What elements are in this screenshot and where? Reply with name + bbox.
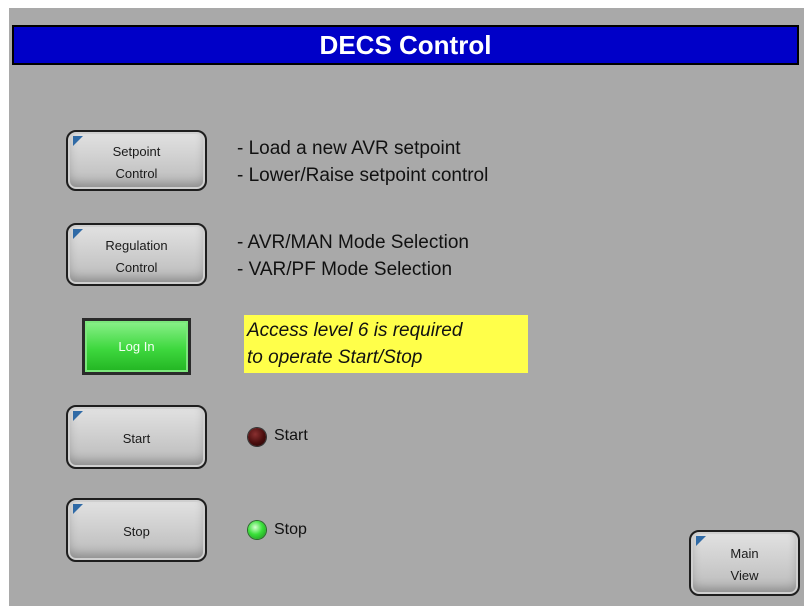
start-indicator-icon [248,428,266,446]
corner-triangle-icon [73,504,83,514]
regulation-control-button[interactable]: Regulation Control [66,223,207,286]
login-button[interactable]: Log In [82,318,191,375]
regulation-control-label: Regulation Control [105,237,168,275]
access-level-note: Access level 6 is required to operate St… [244,315,528,373]
corner-triangle-icon [73,136,83,146]
stop-button[interactable]: Stop [66,498,207,562]
access-note-line1: Access level 6 is required [247,320,463,341]
hmi-screen: DECS Control Setpoint Control - Load a n… [9,8,804,606]
main-view-label: Main View [730,546,759,583]
start-indicator-label: Start [274,427,308,444]
start-button-label: Start [122,431,151,446]
stop-button-label: Stop [123,524,150,539]
stop-indicator-label: Stop [274,521,307,538]
regulation-description: - AVR/MAN Mode Selection - VAR/PF Mode S… [237,229,469,283]
corner-triangle-icon [73,411,83,421]
stop-indicator-icon [248,521,266,539]
setpoint-control-label: Setpoint Control [112,143,161,181]
access-note-line2: to operate Start/Stop [247,347,423,368]
page-title: DECS Control [12,25,799,65]
setpoint-desc-line1: - Load a new AVR setpoint [237,138,461,159]
main-view-button[interactable]: Main View [689,530,800,596]
start-button[interactable]: Start [66,405,207,469]
setpoint-control-button[interactable]: Setpoint Control [66,130,207,191]
setpoint-description: - Load a new AVR setpoint - Lower/Raise … [237,135,488,189]
setpoint-desc-line2: - Lower/Raise setpoint control [237,165,489,186]
regulation-desc-line1: - AVR/MAN Mode Selection [237,232,469,253]
corner-triangle-icon [73,229,83,239]
corner-triangle-icon [696,536,706,546]
regulation-desc-line2: - VAR/PF Mode Selection [237,259,453,280]
